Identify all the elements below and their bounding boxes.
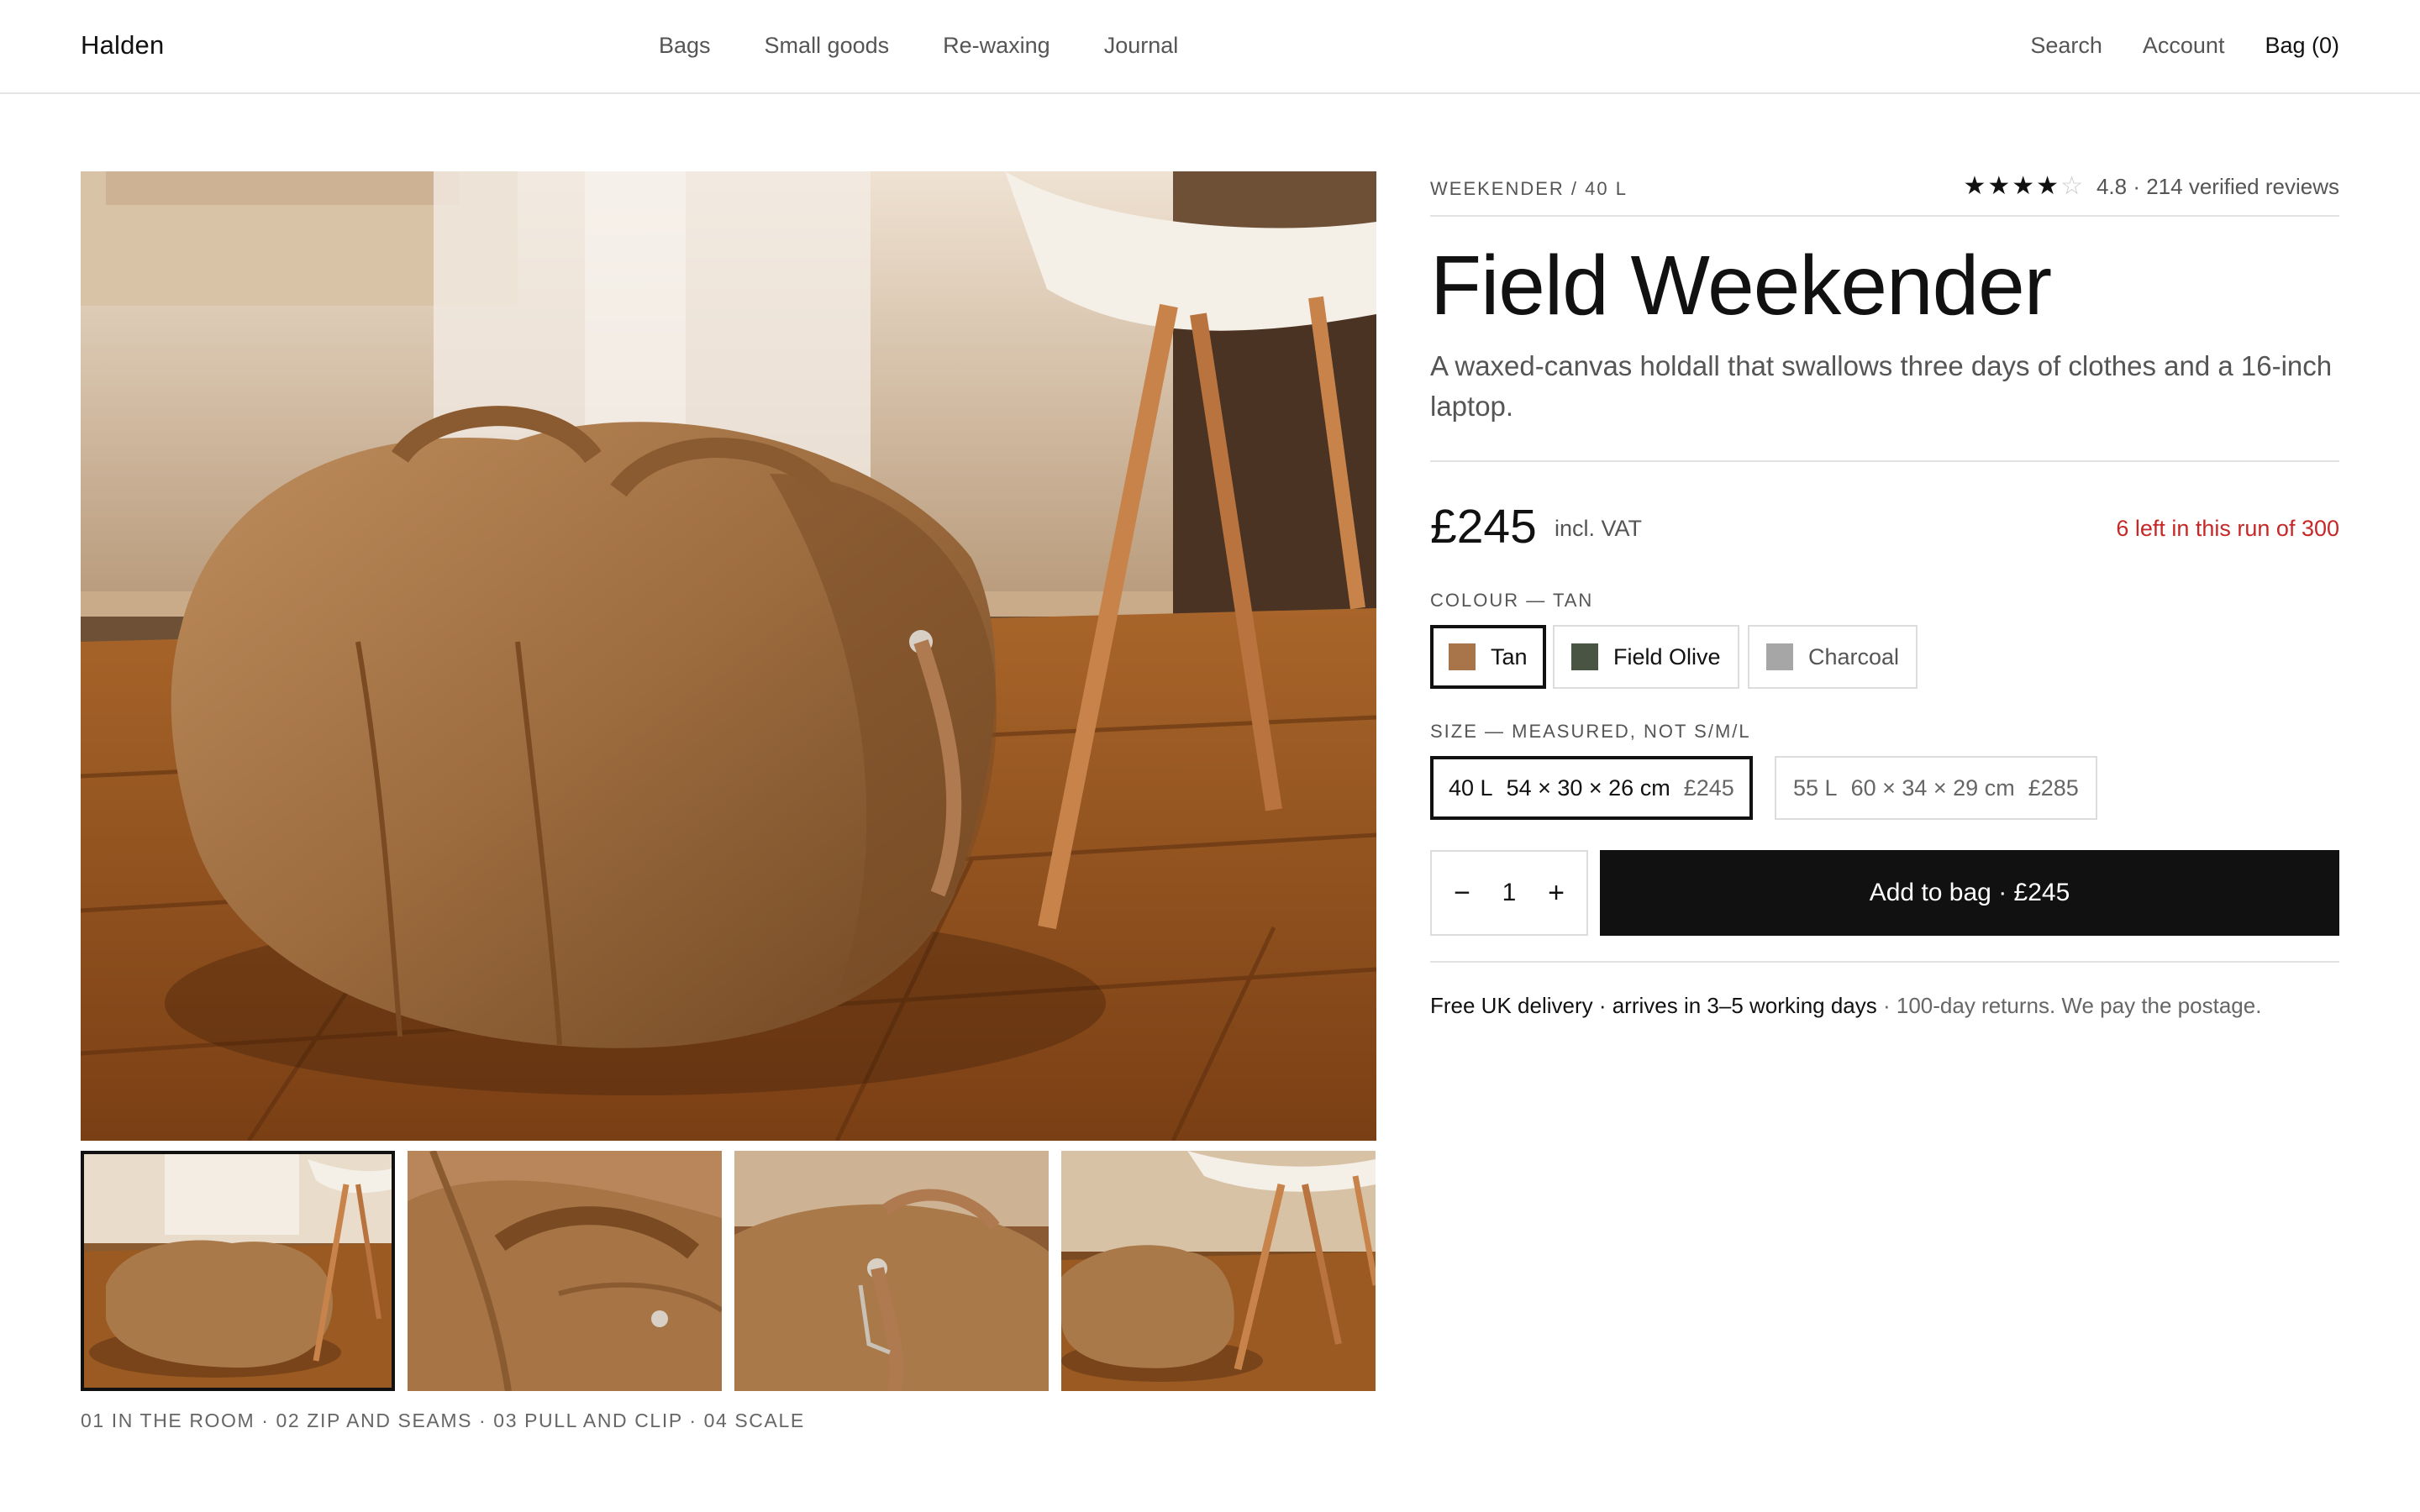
- colour-swatch: [1766, 643, 1793, 670]
- account-link[interactable]: Account: [2143, 29, 2225, 62]
- size-dimensions: 60 × 34 × 29 cm: [1850, 774, 2015, 801]
- nav-item-small-goods[interactable]: Small goods: [765, 29, 890, 62]
- colour-option-field-olive[interactable]: Field Olive: [1553, 625, 1739, 689]
- colour-label: COLOUR — TAN: [1430, 590, 1594, 611]
- size-price: £285: [2028, 774, 2079, 801]
- star-empty-icon: ☆: [2060, 172, 2083, 200]
- nav-item-re-waxing[interactable]: Re-waxing: [943, 29, 1050, 62]
- nav-item-journal[interactable]: Journal: [1104, 29, 1179, 62]
- colour-option-label: Charcoal: [1808, 643, 1900, 669]
- thumbnail-scale[interactable]: [1061, 1151, 1376, 1391]
- nav-item-bags[interactable]: Bags: [659, 29, 711, 62]
- gallery-thumbnails: [81, 1151, 1376, 1391]
- delivery-secondary: · 100-day returns. We pay the postage.: [1876, 993, 2262, 1018]
- colour-option-tan[interactable]: Tan: [1430, 625, 1546, 689]
- size-label: SIZE — MEASURED, NOT S/M/L: [1430, 721, 1751, 742]
- thumbnail-in-the-room[interactable]: [81, 1151, 395, 1391]
- rating-summary: 4.8 · 214 verified reviews: [2096, 173, 2339, 199]
- main-nav: Bags Small goods Re-waxing Journal: [659, 29, 1232, 62]
- size-option-55l[interactable]: 55 L 60 × 34 × 29 cm £285: [1775, 756, 2097, 820]
- price-vat-note: incl. VAT: [1555, 516, 1643, 541]
- colour-option-label: Field Olive: [1613, 643, 1721, 669]
- star-filled-icon: ★: [2012, 172, 2035, 200]
- divider: [1430, 215, 2339, 217]
- star-filled-icon: ★: [2036, 172, 2060, 200]
- thumbnail-zip-and-seams[interactable]: [408, 1151, 722, 1391]
- star-filled-icon: ★: [1963, 172, 1986, 200]
- site-header: Halden Bags Small goods Re-waxing Journa…: [0, 0, 2420, 94]
- rating-stars: ★ ★ ★ ★ ☆: [1963, 173, 2085, 200]
- product-title: Field Weekender: [1430, 239, 2052, 333]
- product-price: £245: [1430, 500, 1537, 554]
- colour-swatch: [1571, 643, 1598, 670]
- quantity-value[interactable]: 1: [1502, 879, 1517, 907]
- size-dimensions: 54 × 30 × 26 cm: [1506, 774, 1670, 801]
- size-capacity: 40 L: [1449, 774, 1493, 801]
- add-to-bag-button[interactable]: Add to bag · £245: [1600, 850, 2339, 936]
- quantity-decrease-button[interactable]: −: [1447, 877, 1477, 910]
- product-rating[interactable]: ★ ★ ★ ★ ☆ 4.8 · 214 verified reviews: [1963, 173, 2339, 200]
- divider: [1430, 961, 2339, 963]
- product-hero-image[interactable]: [81, 171, 1376, 1141]
- thumbnail-pull-and-clip[interactable]: [734, 1151, 1049, 1391]
- gallery-caption: 01 IN THE ROOM · 02 ZIP AND SEAMS · 03 P…: [81, 1410, 805, 1431]
- colour-option-charcoal[interactable]: Charcoal: [1748, 625, 1918, 689]
- stock-notice: 6 left in this run of 300: [2116, 516, 2339, 541]
- brand-logo[interactable]: Halden: [81, 27, 164, 64]
- star-filled-icon: ★: [1987, 172, 2011, 200]
- size-price: £245: [1683, 774, 1734, 801]
- colour-option-label: Tan: [1491, 643, 1528, 669]
- delivery-primary: Free UK delivery · arrives in 3–5 workin…: [1430, 993, 1877, 1018]
- search-link[interactable]: Search: [2030, 29, 2102, 62]
- size-option-40l[interactable]: 40 L 54 × 30 × 26 cm £245: [1430, 756, 1753, 820]
- quantity-increase-button[interactable]: +: [1541, 877, 1571, 910]
- divider: [1430, 460, 2339, 462]
- size-capacity: 55 L: [1793, 774, 1838, 801]
- quantity-stepper: − 1 +: [1430, 850, 1588, 936]
- bag-link[interactable]: Bag (0): [2265, 29, 2339, 62]
- product-eyebrow: WEEKENDER / 40 L: [1430, 178, 1628, 199]
- utility-nav: Search Account Bag (0): [1990, 29, 2339, 62]
- colour-swatch: [1449, 643, 1476, 670]
- product-description: A waxed-canvas holdall that swallows thr…: [1430, 350, 2333, 422]
- delivery-info: Free UK delivery · arrives in 3–5 workin…: [1430, 993, 2261, 1019]
